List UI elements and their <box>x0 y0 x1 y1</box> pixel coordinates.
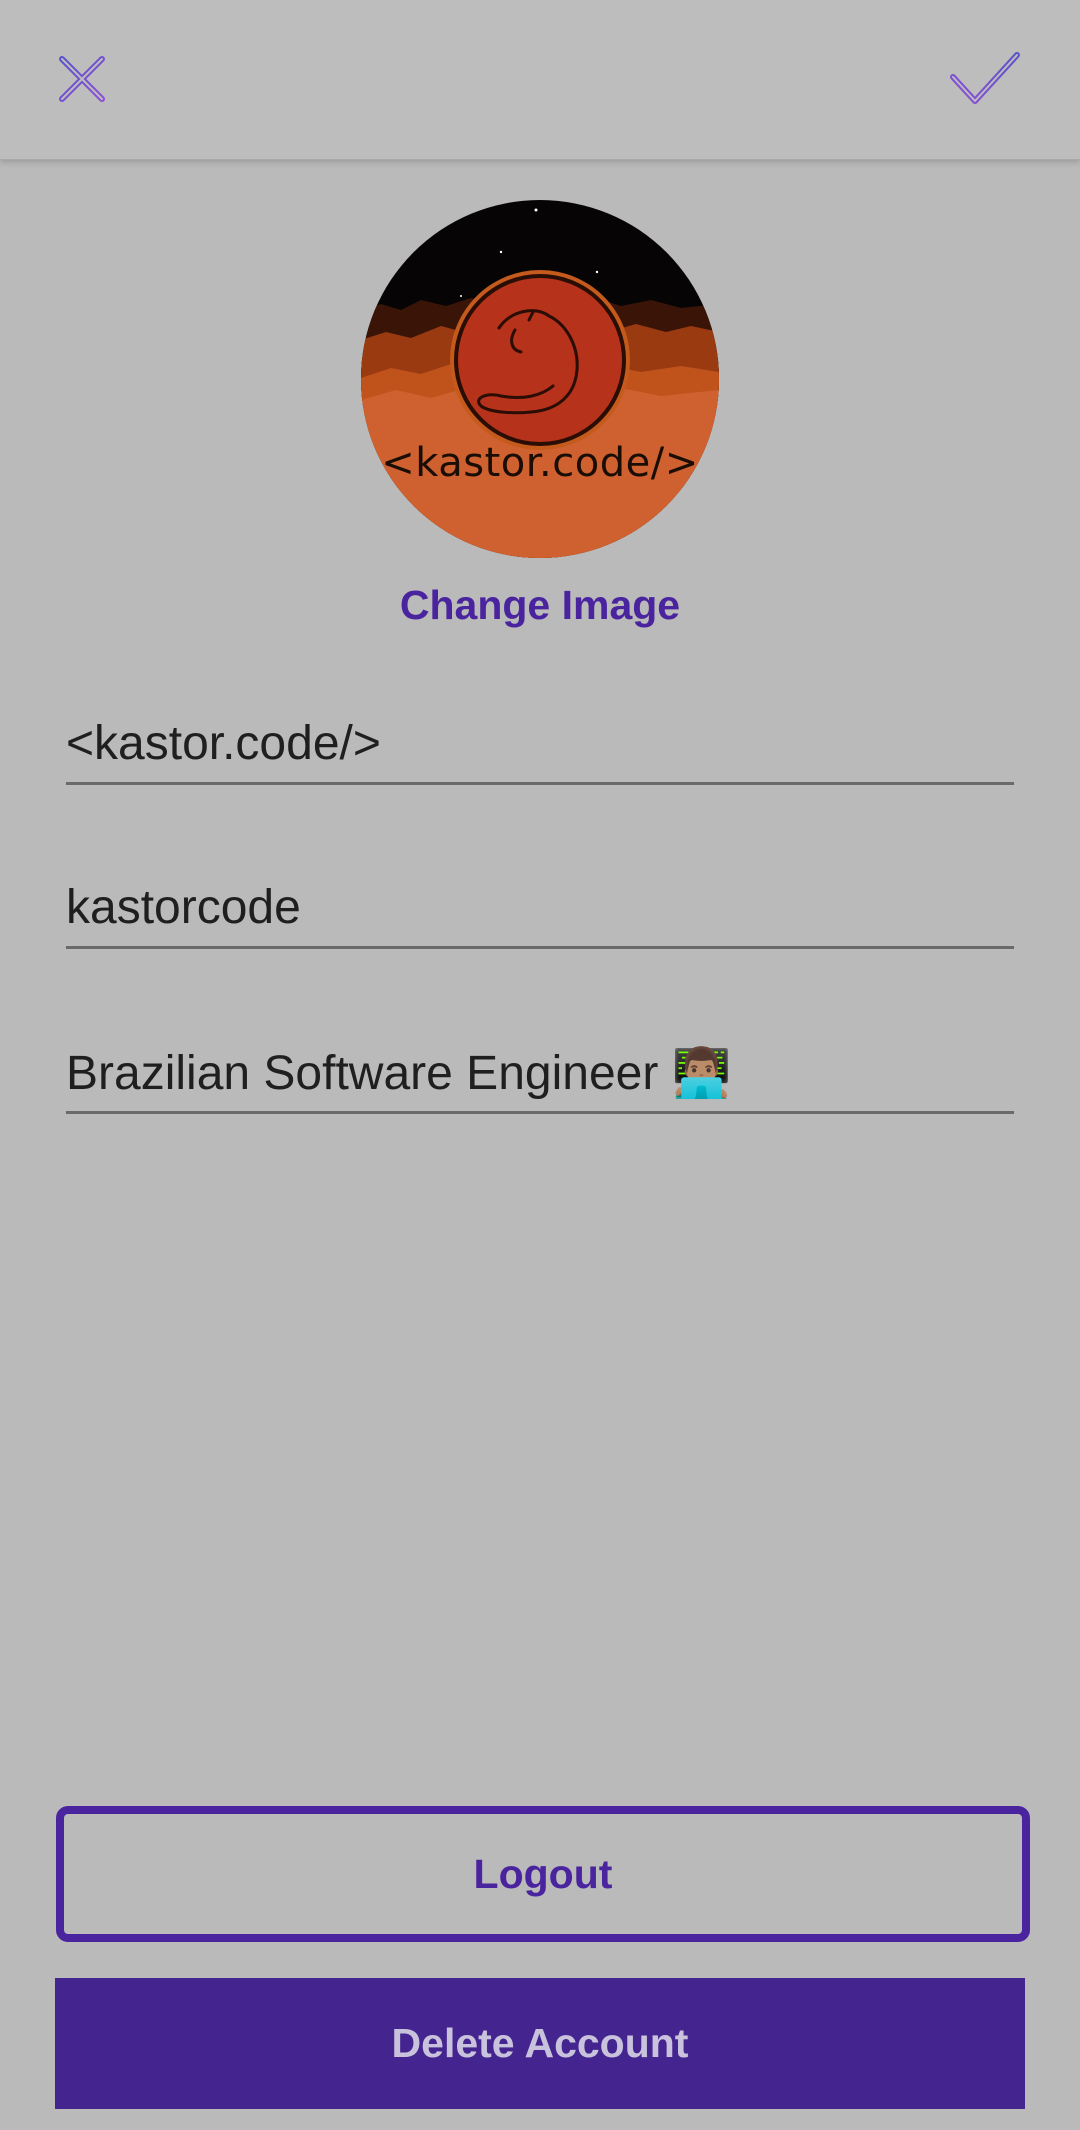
close-button[interactable] <box>37 34 127 124</box>
avatar-logo-text: <kastor.code/> <box>381 440 699 486</box>
logout-button[interactable]: Logout <box>56 1806 1030 1942</box>
check-icon <box>950 52 1020 104</box>
username-field[interactable] <box>66 868 1014 949</box>
name-input[interactable] <box>66 704 1014 782</box>
confirm-button[interactable] <box>940 34 1030 124</box>
delete-account-button[interactable]: Delete Account <box>55 1978 1025 2109</box>
name-field[interactable] <box>66 704 1014 785</box>
avatar-image <box>361 200 719 558</box>
username-input[interactable] <box>66 868 1014 946</box>
bio-input[interactable] <box>66 1033 1014 1111</box>
close-icon <box>59 56 105 102</box>
top-app-bar <box>0 0 1080 160</box>
profile-avatar[interactable]: <kastor.code/> <box>361 200 719 558</box>
change-image-button[interactable]: Change Image <box>0 582 1080 629</box>
bio-field[interactable] <box>66 1033 1014 1114</box>
